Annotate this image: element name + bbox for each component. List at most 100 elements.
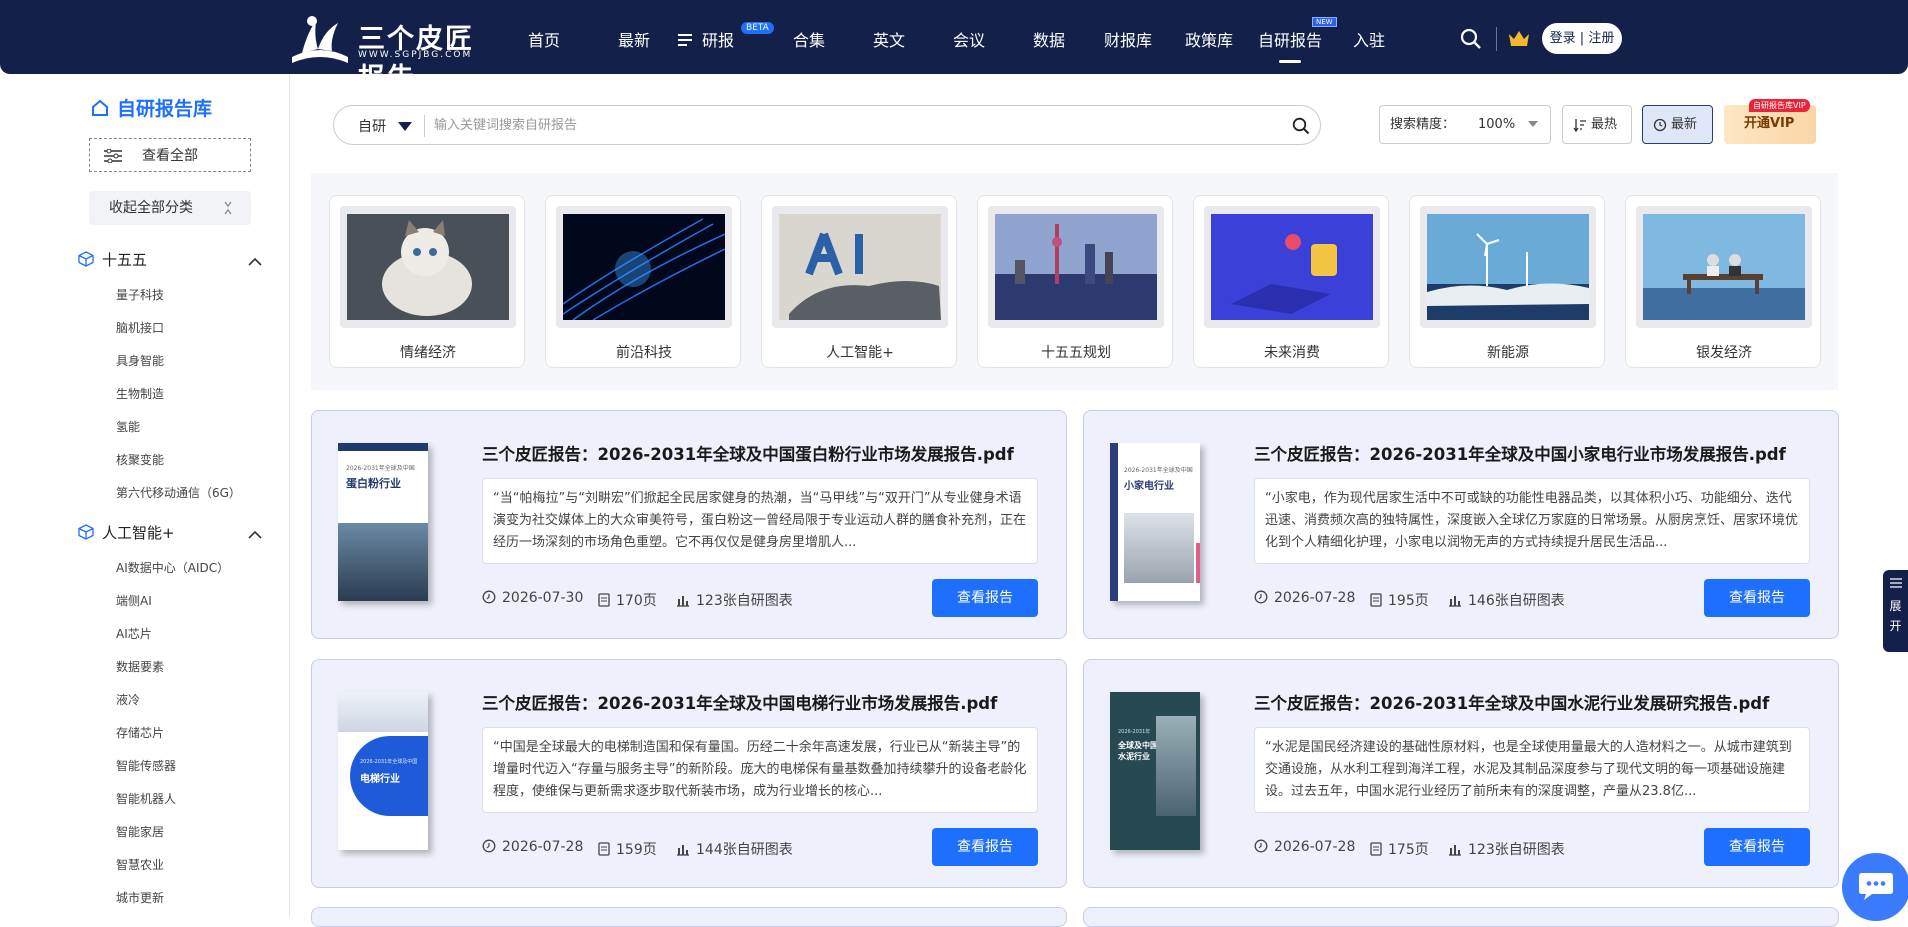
nav-research[interactable]: 研报	[678, 27, 734, 51]
sidebar-item[interactable]: 具身智能	[116, 352, 164, 369]
search-input[interactable]	[434, 112, 1254, 138]
search-category-select[interactable]: 自研	[358, 116, 413, 136]
report-card[interactable]: 2026-2031年全球及中国 小家电行业 三个皮匠报告：2026-2031年全…	[1083, 410, 1839, 639]
pages-value: 159页	[616, 842, 657, 858]
sidebar-item[interactable]: 脑机接口	[116, 319, 164, 336]
view-report-button[interactable]: 查看报告	[932, 579, 1038, 617]
date-value: 2026-07-28	[1274, 590, 1356, 606]
sidebar-item[interactable]: 数据要素	[116, 658, 164, 675]
chat-button[interactable]	[1842, 853, 1908, 921]
chevron-up-icon[interactable]	[248, 257, 262, 266]
cube-icon	[78, 524, 94, 540]
report-title[interactable]: 三个皮匠报告：2026-2031年全球及中国水泥行业发展研究报告.pdf	[1254, 690, 1769, 714]
nav-self-research[interactable]: 自研报告	[1258, 27, 1322, 63]
category-card[interactable]: 前沿科技	[545, 195, 741, 368]
precision-select[interactable]: 搜索精度： 100%	[1379, 105, 1551, 144]
report-cover[interactable]: 2026-2031年 全球及中国水泥行业	[1110, 692, 1200, 850]
sidebar-item[interactable]: 量子科技	[116, 286, 164, 303]
category-card[interactable]: 十五五规划	[977, 195, 1173, 368]
sidebar-item[interactable]: 氢能	[116, 418, 140, 435]
sort-hot-button[interactable]: 最热	[1562, 105, 1632, 144]
report-cover[interactable]: 2026-2031年全球及中国 小家电行业	[1110, 443, 1200, 601]
category-image	[772, 206, 948, 328]
category-card[interactable]: 情绪经济	[329, 195, 525, 368]
sidebar-item[interactable]: 智能机器人	[116, 790, 176, 807]
sort-newest-button[interactable]: 最新	[1642, 105, 1713, 144]
section-label: 人工智能+	[102, 524, 175, 542]
sort-hot-label: 最热	[1591, 117, 1618, 132]
sidebar-item[interactable]: AI数据中心（AIDC）	[116, 559, 229, 576]
nav-join[interactable]: 入驻	[1353, 27, 1385, 51]
report-title[interactable]: 三个皮匠报告：2026-2031年全球及中国电梯行业市场发展报告.pdf	[482, 690, 997, 714]
nav-policy[interactable]: 政策库	[1185, 27, 1233, 51]
sidebar-item[interactable]: 第六代移动通信（6G）	[116, 484, 241, 501]
fiber-optic-icon	[563, 214, 725, 320]
view-report-button[interactable]: 查看报告	[932, 828, 1038, 866]
chat-icon	[1859, 873, 1893, 900]
document-icon	[598, 593, 610, 607]
report-cover[interactable]: 2026-2031年全球及中国 蛋白粉行业	[338, 443, 428, 601]
report-date: 2026-07-28	[1254, 590, 1355, 606]
category-label: 前沿科技	[616, 345, 672, 361]
sidebar-item[interactable]: 端侧AI	[116, 592, 152, 609]
ai-hand-icon	[779, 214, 941, 320]
charts-value: 146张自研图表	[1468, 593, 1565, 609]
nav-home[interactable]: 首页	[528, 27, 560, 51]
search-icon[interactable]	[1460, 28, 1482, 50]
document-icon	[598, 842, 610, 856]
expand-label: 展开	[1889, 599, 1902, 633]
report-description: “水泥是国民经济建设的基础性原材料，也是全球使用量最大的人造材料之一。从城市建筑…	[1254, 727, 1810, 813]
report-card[interactable]: 电梯行业 2026-2031年全球及中国 三个皮匠报告：2026-2031年全球…	[311, 659, 1067, 888]
category-card[interactable]: 银发经济	[1625, 195, 1821, 368]
clock-icon	[482, 839, 496, 853]
category-label: 银发经济	[1696, 345, 1752, 361]
report-card-partial[interactable]	[1083, 907, 1839, 927]
view-report-button[interactable]: 查看报告	[1704, 579, 1810, 617]
nav-latest[interactable]: 最新	[618, 27, 650, 51]
category-card[interactable]: 新能源	[1409, 195, 1605, 368]
report-title[interactable]: 三个皮匠报告：2026-2031年全球及中国小家电行业市场发展报告.pdf	[1254, 441, 1786, 465]
view-report-button[interactable]: 查看报告	[1704, 828, 1810, 866]
login-register-button[interactable]: 登录 | 注册	[1542, 23, 1622, 54]
report-card[interactable]: 2026-2031年 全球及中国水泥行业 三个皮匠报告：2026-2031年全球…	[1083, 659, 1839, 888]
sidebar-item[interactable]: 液冷	[116, 691, 140, 708]
search-icon[interactable]	[1292, 117, 1310, 135]
report-card[interactable]: 2026-2031年全球及中国 蛋白粉行业 三个皮匠报告：2026-2031年全…	[311, 410, 1067, 639]
sidebar-item[interactable]: 生物制造	[116, 385, 164, 402]
category-card[interactable]: 未来消费	[1193, 195, 1389, 368]
section-header-ai[interactable]: 人工智能+	[78, 522, 175, 543]
section-header-15th[interactable]: 十五五	[78, 249, 147, 270]
menu-icon	[1889, 578, 1902, 588]
report-title[interactable]: 三个皮匠报告：2026-2031年全球及中国蛋白粉行业市场发展报告.pdf	[482, 441, 1014, 465]
report-date: 2026-07-28	[1254, 839, 1355, 855]
sidebar-item[interactable]: 智慧农业	[116, 856, 164, 873]
nav-collections[interactable]: 合集	[793, 27, 825, 51]
nav-conference[interactable]: 会议	[953, 27, 985, 51]
sidebar-item[interactable]: 智能传感器	[116, 757, 176, 774]
site-logo[interactable]: 三个皮匠报告 WWW.SGPJBG.COM	[288, 13, 500, 94]
filter-icon	[104, 149, 122, 163]
view-all-button[interactable]: 查看全部	[89, 138, 251, 172]
nav-data[interactable]: 数据	[1033, 27, 1065, 51]
sidebar-item[interactable]: 城市更新	[116, 889, 164, 906]
sidebar-item[interactable]: 智能家居	[116, 823, 164, 840]
logo-url: WWW.SGPJBG.COM	[358, 50, 473, 60]
precision-label: 搜索精度：	[1390, 117, 1456, 132]
crown-icon[interactable]	[1508, 30, 1530, 48]
chevron-up-icon[interactable]	[248, 530, 262, 539]
precision-value: 100%	[1478, 117, 1516, 132]
category-card[interactable]: 人工智能+	[761, 195, 957, 368]
sidebar-item[interactable]: 核聚变能	[116, 451, 164, 468]
clock-icon	[1254, 590, 1268, 604]
report-cover[interactable]: 电梯行业 2026-2031年全球及中国	[338, 692, 428, 850]
collapse-all-button[interactable]: 收起全部分类	[89, 191, 251, 225]
view-all-label: 查看全部	[142, 148, 198, 164]
nav-financial-reports[interactable]: 财报库	[1104, 27, 1152, 51]
sidebar-item[interactable]: AI芯片	[116, 625, 152, 642]
report-card-partial[interactable]	[311, 907, 1067, 927]
sidebar-item[interactable]: 存储芯片	[116, 724, 164, 741]
wind-turbine-icon	[1427, 214, 1589, 320]
nav-english[interactable]: 英文	[873, 27, 905, 51]
category-image	[1636, 206, 1812, 328]
expand-side-tab[interactable]: 展开	[1883, 570, 1908, 652]
